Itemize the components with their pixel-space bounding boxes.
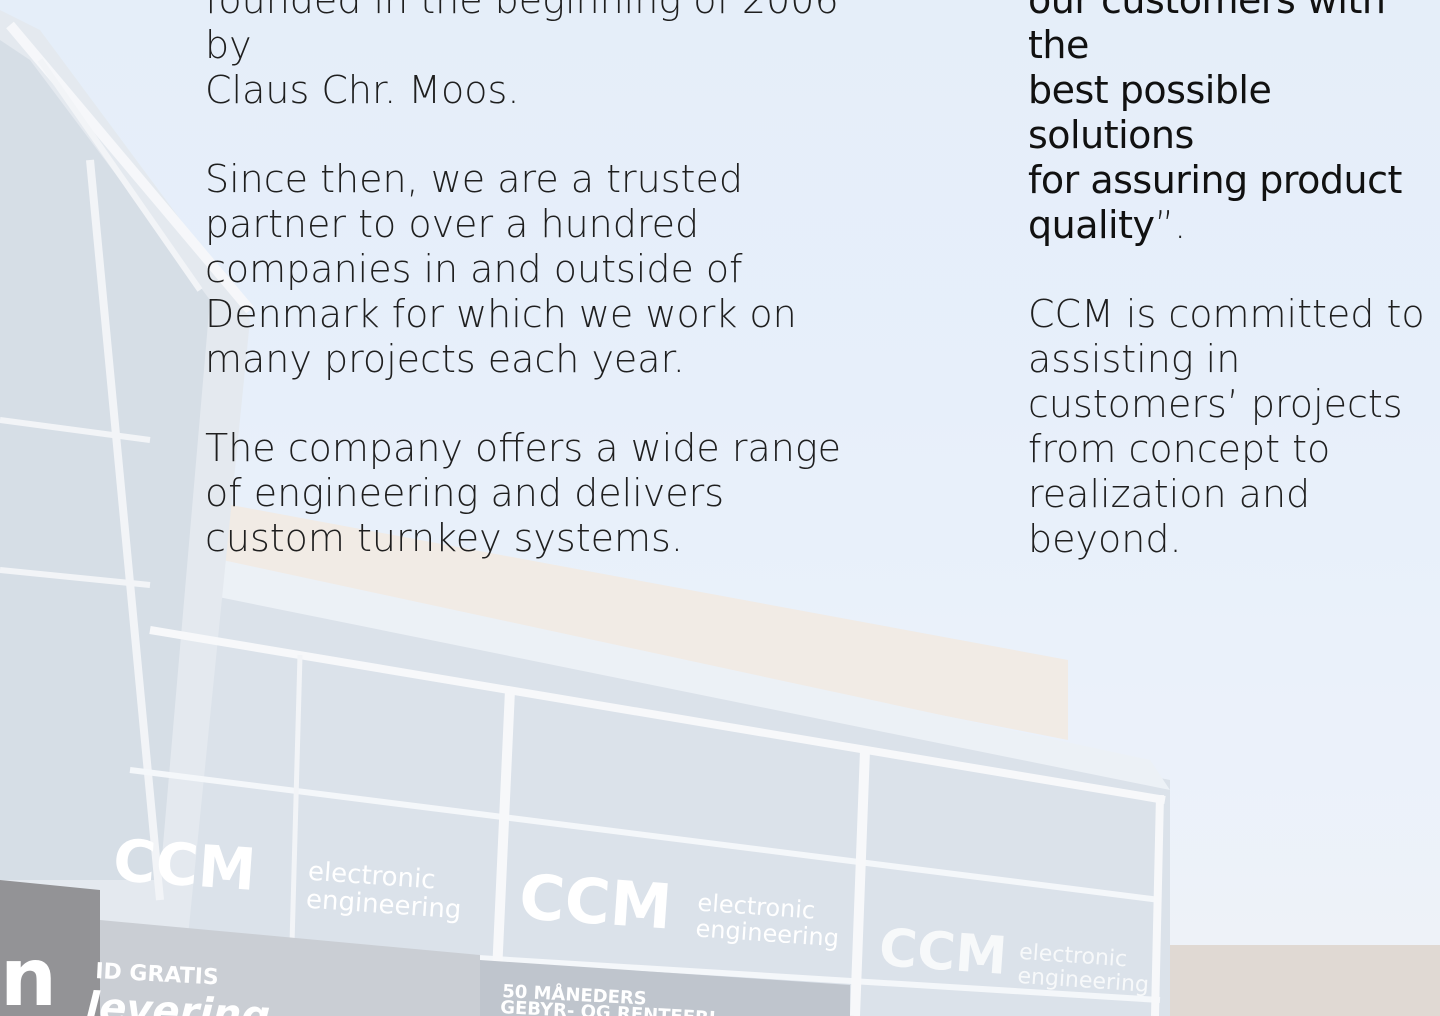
quote-line-2: best possible solutions <box>1028 68 1272 157</box>
quote-line-3: for assuring product <box>1028 158 1402 202</box>
mission-quote: our customers with the best possible sol… <box>1028 0 1440 248</box>
about-right-column: our customers with the best possible sol… <box>1028 0 1440 606</box>
about-p1-line1: founded in the beginning of 2006 by <box>205 0 839 67</box>
quote-close: ”. <box>1154 203 1187 247</box>
quote-line-1: our customers with the <box>1028 0 1386 67</box>
about-paragraph-2: Since then, we are a trusted partner to … <box>205 157 797 381</box>
about-left-column: founded in the beginning of 2006 by Clau… <box>205 0 865 605</box>
commitment-paragraph: CCM is committed to assisting in custome… <box>1028 292 1425 561</box>
about-p1-line2: Claus Chr. Moos. <box>205 68 520 112</box>
about-paragraph-1: founded in the beginning of 2006 by Clau… <box>205 0 865 113</box>
about-paragraph-3: The company offers a wide range of engin… <box>205 426 842 560</box>
quote-line-4: quality <box>1028 203 1155 247</box>
